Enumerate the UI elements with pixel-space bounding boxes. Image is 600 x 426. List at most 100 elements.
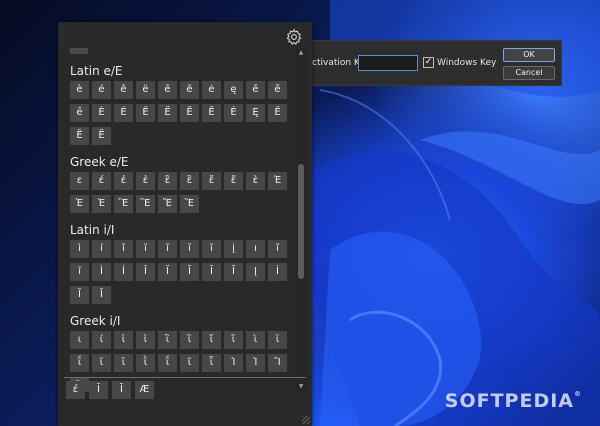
character-button[interactable]: Į — [246, 263, 265, 281]
character-button[interactable]: ê — [114, 81, 133, 99]
character-button[interactable]: Ĩ — [180, 263, 199, 281]
character-button[interactable]: ȋ — [70, 263, 89, 281]
character-button[interactable]: ę — [224, 81, 243, 99]
resize-grip-icon[interactable] — [302, 416, 310, 424]
character-button[interactable]: ἰ — [114, 331, 133, 349]
softpedia-watermark: SOFTPEDIA® — [444, 390, 582, 412]
character-button[interactable]: Ἔ — [158, 195, 177, 213]
character-button[interactable]: ῑ — [114, 354, 133, 372]
character-button[interactable]: Ἕ — [180, 195, 199, 213]
character-button[interactable]: ϊ — [268, 331, 287, 349]
character-button[interactable]: ῐ — [92, 354, 111, 372]
character-button[interactable]: ě — [246, 81, 265, 99]
character-button[interactable]: ï — [136, 240, 155, 258]
character-button[interactable]: Ĭ — [224, 263, 243, 281]
character-button[interactable]: ἐ — [114, 172, 133, 190]
character-button[interactable]: ë — [136, 81, 155, 99]
gear-icon[interactable] — [285, 28, 303, 46]
character-button[interactable]: Ἑ — [92, 195, 111, 213]
scroll-up-icon[interactable]: ▲ — [297, 50, 305, 56]
character-button[interactable]: ὶ — [246, 331, 265, 349]
character-button[interactable]: ȇ — [70, 104, 89, 122]
character-button[interactable]: ΐ — [70, 354, 89, 372]
character-button[interactable]: é — [92, 81, 111, 99]
character-button[interactable]: Î — [136, 263, 155, 281]
character-button[interactable]: ἲ — [158, 331, 177, 349]
section-greek-e: Greek e/E ε έ ἐ ἑ ἒ ἓ ἔ ἕ ὲ Έ Ἐ Ἑ Ἒ Ἓ Ἔ … — [70, 153, 295, 218]
character-button[interactable]: ˆ — [70, 48, 88, 54]
character-button[interactable]: ȅ — [268, 81, 287, 99]
character-button[interactable]: ῒ — [136, 354, 155, 372]
character-button[interactable]: ı — [246, 240, 265, 258]
character-button[interactable]: ĕ — [180, 81, 199, 99]
character-button[interactable]: ĭ — [202, 240, 221, 258]
character-button[interactable]: É — [114, 104, 133, 122]
character-button[interactable]: Ἰ — [224, 354, 243, 372]
character-button[interactable]: Ë — [158, 104, 177, 122]
character-button[interactable]: Έ — [268, 172, 287, 190]
character-button[interactable]: ē — [158, 81, 177, 99]
character-button[interactable]: ὲ — [246, 172, 265, 190]
character-button[interactable]: ἑ — [136, 172, 155, 190]
character-button[interactable]: ῖ — [180, 354, 199, 372]
character-button[interactable]: Ê — [136, 104, 155, 122]
character-button[interactable]: Ἐ — [70, 195, 89, 213]
character-button[interactable]: è — [70, 81, 89, 99]
character-button[interactable]: ί — [92, 331, 111, 349]
character-button[interactable]: Ĕ — [202, 104, 221, 122]
character-button[interactable]: ἴ — [202, 331, 221, 349]
character-button[interactable]: Ē — [180, 104, 199, 122]
recent-character-button[interactable]: έ — [66, 381, 85, 399]
scrollbar-thumb[interactable] — [298, 164, 304, 279]
character-button[interactable]: Ì — [92, 263, 111, 281]
section-title: Greek i/I — [70, 314, 121, 328]
character-button[interactable]: ī — [180, 240, 199, 258]
character-button[interactable]: Ȇ — [92, 127, 111, 145]
character-button[interactable]: Ė — [224, 104, 243, 122]
vertical-scrollbar[interactable]: ▲ ▼ — [296, 48, 306, 392]
character-button[interactable]: Ἱ — [246, 354, 265, 372]
character-button[interactable]: ἔ — [202, 172, 221, 190]
character-button[interactable]: İ — [268, 263, 287, 281]
scroll-down-icon[interactable]: ▼ — [297, 384, 305, 390]
windows-key-checkbox[interactable]: ✓ — [423, 57, 434, 68]
character-button[interactable]: ἕ — [224, 172, 243, 190]
character-button[interactable]: Ě — [268, 104, 287, 122]
character-button[interactable]: ἒ — [158, 172, 177, 190]
character-button[interactable]: Í — [114, 263, 133, 281]
character-button[interactable]: ἱ — [136, 331, 155, 349]
character-button[interactable]: ì — [70, 240, 89, 258]
character-button[interactable]: î — [114, 240, 133, 258]
cancel-button[interactable]: Cancel — [503, 66, 555, 80]
character-button[interactable]: ι — [70, 331, 89, 349]
character-button[interactable]: Ȉ — [70, 286, 89, 304]
character-button[interactable]: Ἓ — [136, 195, 155, 213]
character-button[interactable]: í — [92, 240, 111, 258]
character-button[interactable]: į — [224, 240, 243, 258]
recent-character-button[interactable]: Ī — [89, 381, 108, 399]
character-button[interactable]: ἓ — [180, 172, 199, 190]
character-button[interactable]: ε — [70, 172, 89, 190]
ok-button[interactable]: OK — [503, 48, 555, 62]
character-button[interactable]: Ἲ — [268, 354, 287, 372]
character-button[interactable]: Ȅ — [70, 127, 89, 145]
character-button[interactable]: ė — [202, 81, 221, 99]
character-button[interactable]: ῗ — [202, 354, 221, 372]
recent-character-button[interactable]: Ĭ — [112, 381, 131, 399]
character-button[interactable]: È — [92, 104, 111, 122]
section-title: Latin e/E — [70, 64, 123, 78]
character-button[interactable]: ΐ — [158, 354, 177, 372]
character-button[interactable]: ἵ — [224, 331, 243, 349]
character-button[interactable]: ἳ — [180, 331, 199, 349]
character-button[interactable]: Ī — [202, 263, 221, 281]
character-button[interactable]: έ — [92, 172, 111, 190]
character-button[interactable]: ĩ — [158, 240, 177, 258]
recent-character-button[interactable]: Æ — [135, 381, 154, 399]
character-button[interactable]: Ἒ — [114, 195, 133, 213]
character-list: ˆ Latin e/E è é ê ë ē ĕ ė ę ě ȅ ȇ È É Ê … — [58, 48, 295, 392]
character-button[interactable]: Ï — [158, 263, 177, 281]
character-button[interactable]: Ȋ — [92, 286, 111, 304]
activation-key-input[interactable] — [358, 55, 418, 71]
character-button[interactable]: Ę — [246, 104, 265, 122]
character-button[interactable]: ȉ — [268, 240, 287, 258]
